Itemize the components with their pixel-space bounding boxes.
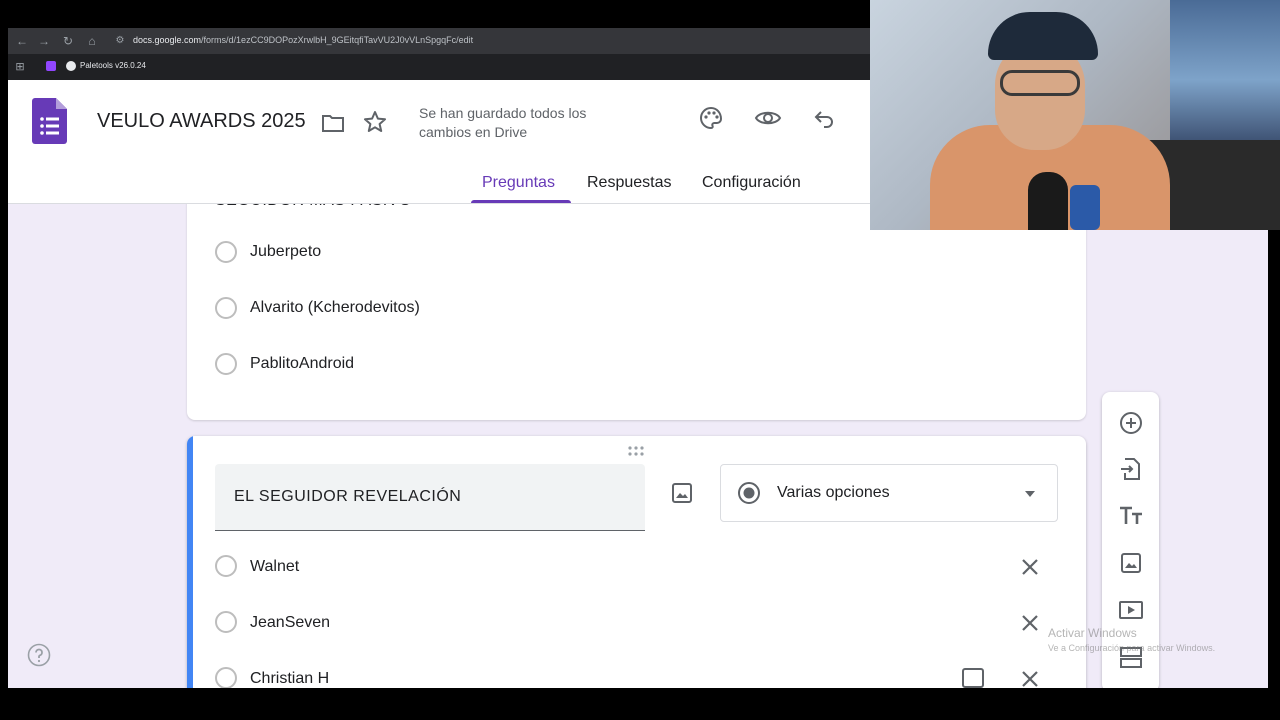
save-status-line: cambios en Drive [419,124,528,140]
forward-icon[interactable]: → [36,33,52,49]
save-status: Se han guardado todos los cambios en Dri… [419,104,586,142]
globe-icon [66,61,76,71]
option-label[interactable]: Juberpeto [250,243,321,261]
star-icon[interactable] [363,110,387,134]
image-icon[interactable] [962,668,984,688]
radio-button[interactable] [215,241,237,263]
windows-watermark: Activar Windows [1048,626,1137,640]
chevron-down-icon [1024,487,1036,499]
option-label[interactable]: Walnet [250,558,299,576]
form-title[interactable]: VEULO AWARDS 2025 [97,110,306,133]
tab-configuracion[interactable]: Configuración [702,174,801,192]
home-icon[interactable]: ⌂ [84,33,100,49]
radio-button[interactable] [215,297,237,319]
save-status-line: Se han guardado todos los [419,105,587,121]
google-forms-logo-icon[interactable] [32,98,67,144]
blue-object [1070,185,1100,230]
radio-button[interactable] [215,555,237,577]
title-text-icon[interactable] [1118,503,1144,529]
drag-handle-icon[interactable] [627,444,647,456]
site-info-icon[interactable]: ⚙ [112,33,128,49]
forms-header: VEULO AWARDS 2025 Se han guardado todos … [8,80,870,204]
folder-icon[interactable] [321,111,345,135]
apps-grid-icon[interactable]: ⊞ [12,59,28,75]
image-icon[interactable] [670,481,694,505]
url-text[interactable]: docs.google.com/forms/d/1ezCC9DOPozXrwlb… [133,35,473,45]
option-label[interactable]: JeanSeven [250,614,330,632]
tab-active-indicator [471,200,571,203]
active-card-indicator [187,436,193,688]
palette-icon[interactable] [698,105,724,131]
radio-button[interactable] [215,667,237,688]
radio-button[interactable] [215,353,237,375]
reload-icon[interactable]: ↻ [60,33,76,49]
close-icon[interactable] [1020,613,1040,633]
twitch-icon[interactable] [46,61,56,71]
back-icon[interactable]: ← [14,33,30,49]
tab-preguntas[interactable]: Preguntas [482,174,555,192]
question-card-2[interactable]: EL SEGUIDOR REVELACIÓN Varias opciones W… [187,436,1086,688]
import-questions-icon[interactable] [1118,456,1144,482]
close-icon[interactable] [1020,669,1040,688]
person-cap [988,12,1098,60]
question-type-dropdown[interactable]: Varias opciones [720,464,1058,522]
address-bar: ← → ↻ ⌂ ⚙ docs.google.com/forms/d/1ezCC9… [8,28,870,54]
option-label[interactable]: Christian H [250,670,329,688]
url-domain: docs.google.com [133,35,202,45]
undo-icon[interactable] [812,106,836,130]
windows-watermark-sub: Ve a Configuración para activar Windows. [1048,643,1216,653]
add-circle-icon[interactable] [1118,410,1144,436]
person-glasses [1000,70,1080,96]
close-icon[interactable] [1020,557,1040,577]
bookmark-paletools[interactable]: Paletools v26.0.24 [80,61,146,70]
browser-chrome: ← → ↻ ⌂ ⚙ docs.google.com/forms/d/1ezCC9… [8,28,870,80]
url-path: /forms/d/1ezCC9DOPozXrwlbH_9GEitqfiTavVU… [201,35,474,45]
radio-button[interactable] [215,611,237,633]
option-label[interactable]: Alvarito (Kcherodevitos) [250,299,420,317]
background-poster [1170,0,1280,160]
webcam-overlay [870,0,1280,230]
help-icon[interactable] [27,643,51,667]
question-type-label: Varias opciones [777,484,890,501]
image-icon[interactable] [1118,550,1144,576]
video-icon[interactable] [1118,597,1144,623]
question-title-input[interactable]: EL SEGUIDOR REVELACIÓN [215,464,645,531]
radio-checked-icon [737,481,761,505]
bookmarks-bar: ⊞ Paletools v26.0.24 [8,54,870,80]
microphone [1028,172,1068,230]
tab-respuestas[interactable]: Respuestas [587,174,672,192]
question-2-title: EL SEGUIDOR REVELACIÓN [234,488,462,505]
preview-eye-icon[interactable] [754,105,782,131]
option-label[interactable]: PablitoAndroid [250,355,354,373]
